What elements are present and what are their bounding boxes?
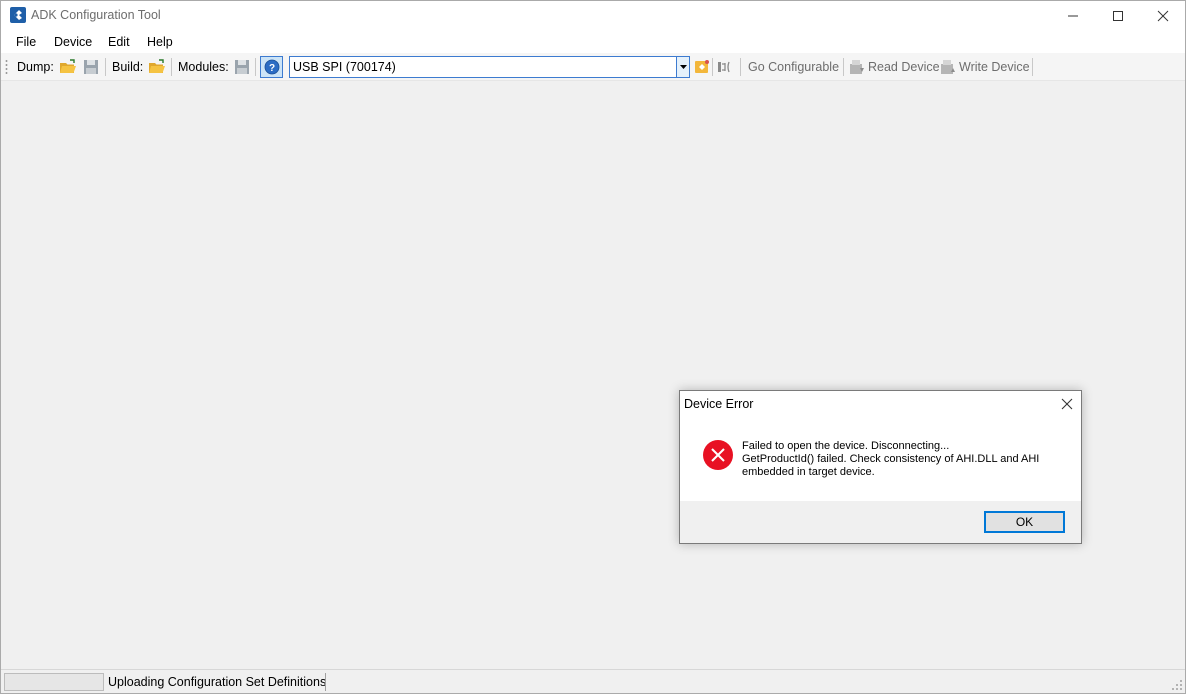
menu-help[interactable]: Help bbox=[147, 35, 173, 49]
svg-text:?: ? bbox=[268, 63, 274, 74]
help-button[interactable]: ? bbox=[260, 56, 283, 78]
dialog-body: Failed to open the device. Disconnecting… bbox=[680, 417, 1081, 501]
modules-save-icon[interactable] bbox=[233, 58, 251, 76]
error-icon bbox=[703, 440, 733, 470]
app-window: ADK Configuration Tool File Device Edit … bbox=[0, 0, 1186, 694]
read-device-icon bbox=[850, 60, 864, 74]
toolbar-separator bbox=[105, 58, 106, 76]
toolbar-separator bbox=[712, 58, 713, 76]
toolbar-separator bbox=[843, 58, 844, 76]
app-logo-icon bbox=[10, 7, 26, 23]
dialog-message-line: embedded in target device. bbox=[742, 466, 875, 478]
menu-edit[interactable]: Edit bbox=[108, 35, 130, 49]
disconnect-icon[interactable] bbox=[716, 58, 734, 76]
chevron-down-icon bbox=[679, 65, 687, 69]
device-error-dialog: Device Error Failed to open the device. … bbox=[679, 390, 1082, 544]
go-configurable-button[interactable]: Go Configurable bbox=[748, 60, 839, 74]
resize-grip-icon[interactable] bbox=[1171, 679, 1183, 691]
close-icon bbox=[1157, 10, 1169, 22]
dump-open-folder-icon[interactable] bbox=[59, 58, 77, 76]
toolbar-separator bbox=[1032, 58, 1033, 76]
maximize-icon bbox=[1113, 11, 1123, 21]
device-select-value: USB SPI (700174) bbox=[293, 60, 396, 74]
write-device-icon bbox=[941, 60, 955, 74]
title-bar: ADK Configuration Tool bbox=[1, 1, 1185, 31]
write-device-button[interactable]: Write Device bbox=[959, 60, 1030, 74]
toolbar-separator bbox=[255, 58, 256, 76]
dialog-message-line: GetProductId() failed. Check consistency… bbox=[742, 453, 1040, 465]
close-button[interactable] bbox=[1140, 1, 1186, 31]
dialog-title: Device Error bbox=[684, 397, 754, 411]
status-text: Uploading Configuration Set Definitions bbox=[108, 675, 327, 689]
status-separator bbox=[325, 673, 326, 691]
menu-bar: File Device Edit Help bbox=[1, 31, 1185, 53]
main-content-area bbox=[1, 81, 1185, 669]
modules-label: Modules: bbox=[178, 60, 229, 74]
minimize-button[interactable] bbox=[1050, 1, 1096, 31]
status-progress-bar bbox=[4, 673, 104, 691]
dump-save-icon[interactable] bbox=[82, 58, 100, 76]
dialog-close-icon[interactable] bbox=[1059, 396, 1075, 412]
dialog-message: Failed to open the device. Disconnecting… bbox=[742, 440, 1062, 479]
window-title: ADK Configuration Tool bbox=[31, 8, 161, 22]
status-bar: Uploading Configuration Set Definitions bbox=[1, 669, 1185, 693]
menu-file[interactable]: File bbox=[16, 35, 36, 49]
minimize-icon bbox=[1068, 15, 1078, 17]
menu-device[interactable]: Device bbox=[54, 35, 92, 49]
toolbar-separator bbox=[171, 58, 172, 76]
build-label: Build: bbox=[112, 60, 144, 74]
read-device-button[interactable]: Read Device bbox=[868, 60, 940, 74]
dialog-message-line: Failed to open the device. Disconnecting… bbox=[742, 440, 950, 452]
toolbar-grip[interactable] bbox=[5, 59, 8, 75]
help-icon: ? bbox=[264, 59, 279, 75]
maximize-button[interactable] bbox=[1095, 1, 1141, 31]
build-open-folder-icon[interactable] bbox=[148, 58, 166, 76]
device-select[interactable]: USB SPI (700174) bbox=[289, 56, 690, 78]
ok-button[interactable]: OK bbox=[984, 511, 1065, 533]
dialog-title-bar: Device Error bbox=[680, 391, 1081, 417]
device-select-dropdown-button[interactable] bbox=[676, 57, 689, 77]
toolbar-separator bbox=[740, 58, 741, 76]
dump-label: Dump: bbox=[17, 60, 54, 74]
connect-icon[interactable] bbox=[693, 58, 711, 76]
